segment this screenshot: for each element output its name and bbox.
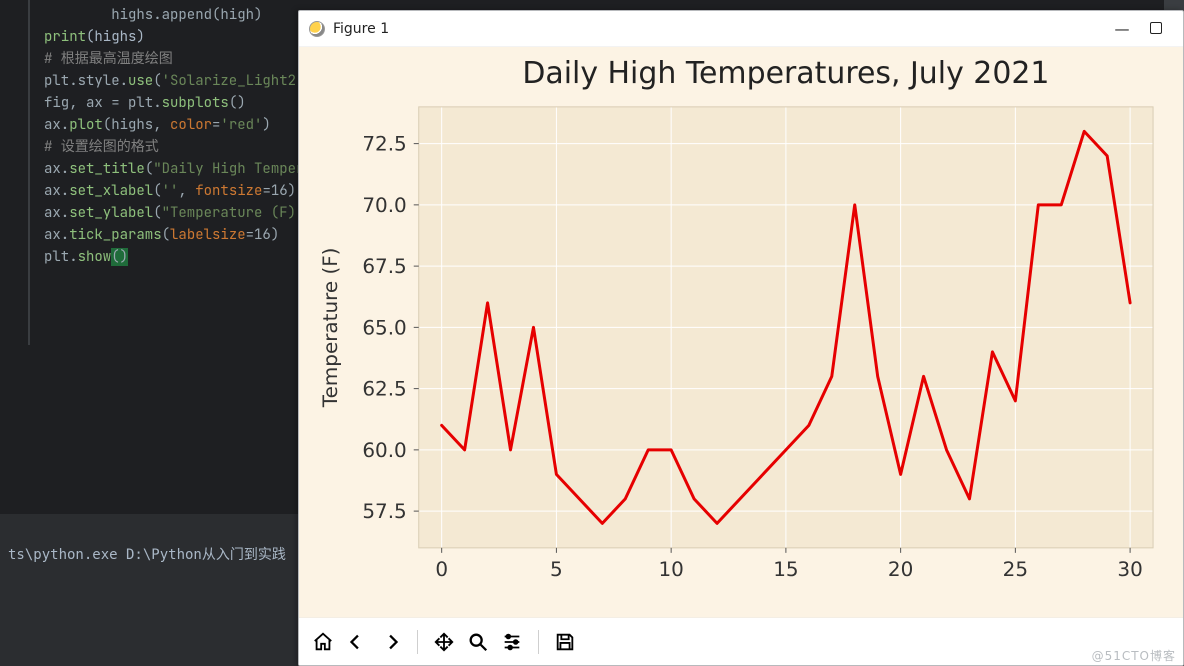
y-tick-label: 67.5 (362, 254, 406, 278)
figure-titlebar[interactable]: Figure 1 — (299, 11, 1183, 47)
x-tick-label: 5 (550, 557, 563, 581)
y-tick-label: 70.0 (362, 193, 406, 217)
chart-title: Daily High Temperatures, July 2021 (522, 56, 1049, 91)
y-tick-label: 65.0 (362, 315, 406, 339)
editor-gutter (28, 0, 30, 345)
app-icon (309, 21, 325, 37)
figure-title: Figure 1 (333, 21, 1105, 37)
y-tick-label: 57.5 (362, 499, 406, 523)
x-tick-label: 30 (1117, 557, 1142, 581)
scrollbar-top[interactable] (1164, 0, 1184, 10)
back-icon[interactable] (343, 628, 371, 656)
figure-window: Figure 1 — 0 5 10 15 20 25 30 57.5 60.0 62.5 65.0 6… (298, 10, 1184, 666)
pan-icon[interactable] (430, 628, 458, 656)
configure-icon[interactable] (498, 628, 526, 656)
x-tick-label: 0 (435, 557, 448, 581)
y-tick-label: 72.5 (362, 132, 406, 156)
x-tick-label: 10 (658, 557, 683, 581)
toolbar-separator (417, 630, 418, 654)
forward-icon[interactable] (377, 628, 405, 656)
save-icon[interactable] (551, 628, 579, 656)
chart-canvas: 0 5 10 15 20 25 30 57.5 60.0 62.5 65.0 67.5 70.0 72.5… (299, 47, 1183, 618)
x-tick-label: 25 (1003, 557, 1028, 581)
plot-area: 0 5 10 15 20 25 30 57.5 60.0 62.5 65.0 67.5 70.0 72.5… (299, 47, 1183, 617)
figure-toolbar (299, 617, 1183, 665)
console-output: ts\python.exe D:\Python从入门到实践 (8, 547, 286, 563)
y-tick-label: 62.5 (362, 377, 406, 401)
toolbar-separator (538, 630, 539, 654)
x-tick-label: 15 (773, 557, 798, 581)
minimize-button[interactable]: — (1105, 20, 1139, 38)
x-tick-label: 20 (888, 557, 913, 581)
maximize-button[interactable] (1139, 20, 1173, 38)
home-icon[interactable] (309, 628, 337, 656)
watermark: @51CTO博客 (1092, 647, 1176, 664)
y-axis-label: Temperature (F) (318, 248, 342, 409)
zoom-icon[interactable] (464, 628, 492, 656)
y-tick-label: 60.0 (362, 438, 406, 462)
